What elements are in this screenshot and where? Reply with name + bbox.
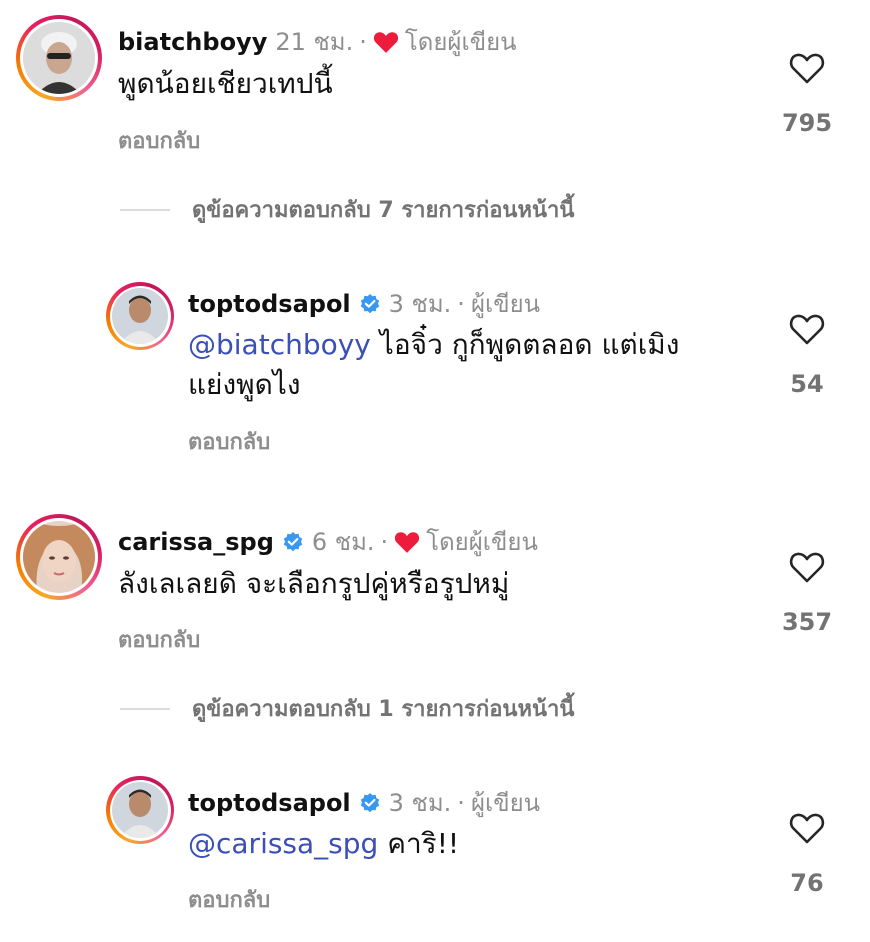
reply-button[interactable]: ตอบกลับ — [188, 424, 270, 459]
author-tag: โดยผู้เขียน — [426, 528, 538, 556]
reply-button[interactable]: ตอบกลับ — [118, 622, 200, 657]
avatar-photo-icon — [23, 22, 95, 94]
verified-badge-icon — [360, 792, 379, 812]
comment-text-body: คาริ!! — [378, 827, 460, 860]
like-count: 795 — [781, 109, 833, 137]
heart-outline-icon[interactable] — [789, 811, 825, 845]
separator-dot: · — [359, 27, 367, 56]
divider-line — [120, 208, 170, 211]
separator-dot: · — [457, 788, 465, 817]
view-replies-label: ดูข้อความตอบกลับ 7 รายการก่อนหน้านี้ — [192, 198, 575, 223]
avatar[interactable] — [16, 514, 102, 600]
avatar-photo-icon — [23, 521, 95, 593]
username[interactable]: biatchboyy — [118, 28, 267, 56]
reply-button[interactable]: ตอบกลับ — [118, 123, 200, 158]
comment-text: ลังเลเลยดิ จะเลือกรูปคู่หรือรูปหมู่ — [118, 567, 510, 600]
mention-link[interactable]: @carissa_spg — [188, 827, 378, 860]
avatar[interactable] — [106, 776, 174, 844]
username[interactable]: toptodsapol — [188, 789, 351, 817]
divider-line — [120, 707, 170, 710]
heart-outline-icon[interactable] — [789, 550, 825, 584]
comment-meta: toptodsapol 3 ชม. · ผู้เขียน — [188, 284, 540, 323]
comment-meta: carissa_spg 6 ชม. · โดยผู้เขียน — [118, 522, 538, 561]
timestamp: 6 ชม. — [311, 528, 375, 556]
view-previous-replies-button[interactable]: ดูข้อความตอบกลับ 1 รายการก่อนหน้านี้ — [120, 691, 574, 726]
comment-text-line2: แย่งพูดไง — [188, 368, 301, 401]
avatar[interactable] — [106, 282, 174, 350]
view-previous-replies-button[interactable]: ดูข้อความตอบกลับ 7 รายการก่อนหน้านี้ — [120, 192, 574, 227]
like-count: 357 — [781, 608, 833, 636]
separator-dot: · — [380, 527, 389, 556]
like-count: 54 — [790, 370, 824, 398]
timestamp: 3 ชม. — [388, 789, 452, 817]
comment-meta: biatchboyy 21 ชม. · โดยผู้เขียน — [118, 22, 517, 61]
comment-meta: toptodsapol 3 ชม. · ผู้เขียน — [188, 783, 540, 822]
comment-text: @biatchboyy ไอจิ๋ว กูก็พูดตลอด แต่เมิง — [188, 325, 679, 365]
username[interactable]: carissa_spg — [118, 528, 274, 556]
author-tag: ผู้เขียน — [470, 290, 541, 318]
separator-dot: · — [457, 289, 465, 318]
heart-filled-icon — [373, 31, 398, 53]
mention-link[interactable]: @biatchboyy — [188, 328, 371, 361]
comment-text: พูดน้อยเชียวเทปนี้ — [118, 67, 333, 100]
verified-badge-icon — [360, 293, 379, 313]
username[interactable]: toptodsapol — [188, 290, 351, 318]
like-count: 76 — [790, 869, 824, 897]
comment-text: @carissa_spg คาริ!! — [188, 824, 459, 864]
view-replies-label: ดูข้อความตอบกลับ 1 รายการก่อนหน้านี้ — [192, 697, 575, 722]
comment-text-line1: ไอจิ๋ว กูก็พูดตลอด แต่เมิง — [370, 328, 680, 361]
author-tag: โดยผู้เขียน — [404, 28, 517, 56]
reply-button[interactable]: ตอบกลับ — [188, 882, 270, 917]
timestamp: 3 ชม. — [388, 290, 452, 318]
heart-filled-icon — [395, 531, 420, 553]
timestamp: 21 ชม. — [275, 28, 354, 56]
heart-outline-icon[interactable] — [789, 312, 825, 346]
heart-outline-icon[interactable] — [789, 51, 825, 85]
avatar-photo-icon — [112, 288, 168, 344]
verified-badge-icon — [283, 531, 303, 551]
avatar[interactable] — [16, 15, 102, 101]
avatar-photo-icon — [112, 782, 168, 838]
author-tag: ผู้เขียน — [470, 789, 541, 817]
